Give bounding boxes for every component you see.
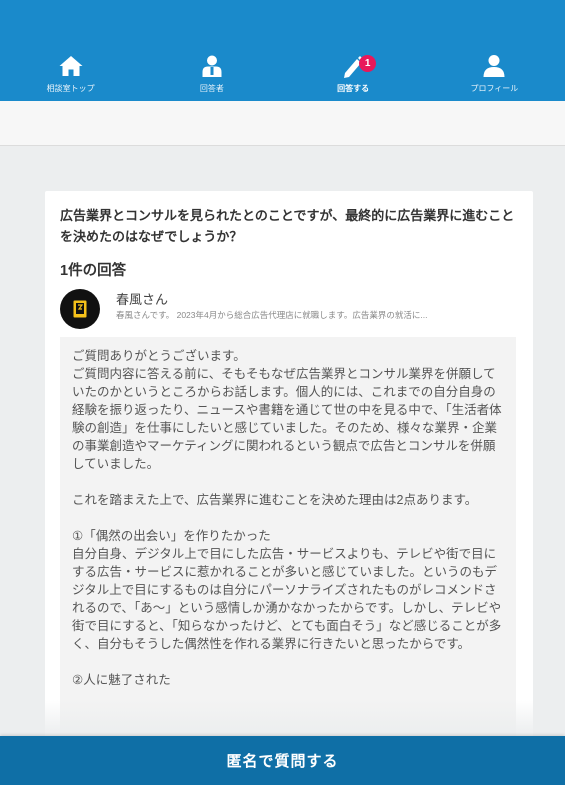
- question-card: 広告業界とコンサルを見られたとのことですが、最終的に広告業界に進むことを決めたの…: [45, 191, 533, 751]
- book-icon: [73, 300, 87, 318]
- home-icon: [59, 56, 83, 76]
- user-icon: [483, 55, 505, 77]
- answerer-bio: 春風さんです。 2023年4月から総合広告代理店に就職します。広告業界の就活に.…: [116, 310, 428, 320]
- nav-item-profile[interactable]: プロフィール: [424, 46, 565, 101]
- nav-item-label: プロフィール: [470, 84, 519, 93]
- sub-header: [0, 101, 565, 146]
- ask-anonymously-button[interactable]: 匿名で質問する: [0, 736, 565, 785]
- answerer-name[interactable]: 春風さん: [116, 289, 168, 308]
- nav-item-label: 相談室トップ: [46, 84, 95, 93]
- person-icon: [202, 55, 222, 77]
- nav-item-label: 回答する: [337, 84, 370, 93]
- answer-body: ご質問ありがとうございます。 ご質問内容に答える前に、そもそもなぜ広告業界とコン…: [60, 337, 516, 751]
- question-text: 広告業界とコンサルを見られたとのことですが、最終的に広告業界に進むことを決めたの…: [60, 208, 515, 244]
- avatar[interactable]: [60, 289, 100, 329]
- answer-text: ご質問ありがとうございます。 ご質問内容に答える前に、そもそもなぜ広告業界とコン…: [72, 349, 502, 687]
- nav-item-answer[interactable]: 1 回答する: [283, 46, 424, 101]
- nav-item-label: 回答者: [199, 84, 224, 93]
- nav-item-home[interactable]: 相談室トップ: [0, 46, 141, 101]
- nav-item-answerers[interactable]: 回答者: [141, 46, 282, 101]
- top-nav: 相談室トップ 回答者 1 回答する プロフィール: [0, 46, 565, 101]
- answer-count: 1件の回答: [60, 263, 127, 279]
- status-bar: [0, 0, 565, 46]
- notification-badge: 1: [359, 55, 377, 72]
